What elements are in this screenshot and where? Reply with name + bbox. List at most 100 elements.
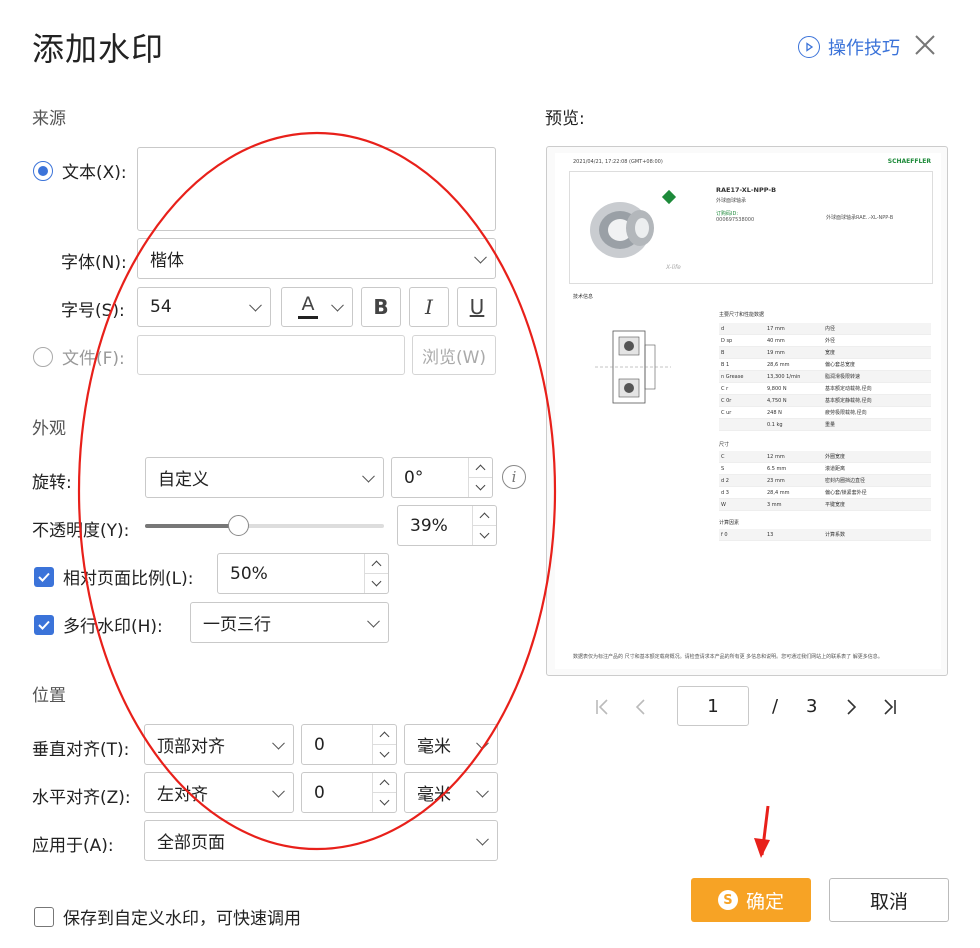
doc-table-cell: 12 mm (767, 453, 785, 460)
doc-table-cell: 28,6 mm (767, 361, 790, 368)
opacity-slider[interactable] (145, 515, 384, 536)
doc-table-cell: 13 (767, 531, 774, 538)
coin-icon: S (717, 890, 738, 910)
rotate-value: 0° (404, 467, 424, 488)
doc-table-cell: C r (721, 385, 729, 392)
chevron-down-icon (476, 784, 489, 798)
doc-table-cell: 23 mm (767, 477, 785, 484)
doc-table-cell: W (721, 501, 726, 508)
multiline-checkbox[interactable]: 多行水印(H): (34, 612, 163, 637)
file-path-input[interactable] (137, 335, 405, 375)
valign-offset-stepper[interactable] (372, 725, 396, 764)
chevron-down-icon (362, 469, 375, 483)
font-select[interactable]: 楷体 (137, 238, 496, 279)
italic-button[interactable]: I (409, 287, 449, 327)
cancel-button[interactable]: 取消 (829, 878, 949, 922)
file-radio[interactable]: 文件(F): (33, 344, 125, 369)
preview-page: 2021/04/21, 17:22:08 (GMT+08:00) SCHAEFF… (555, 153, 941, 669)
doc-table-cell: C 0r (721, 397, 732, 404)
doc-footer: 数据表仅为标注产品的 尺寸和基本额定载荷概况。请检查请求本产品的所有更 多信息和… (573, 654, 883, 660)
last-page-icon[interactable] (882, 698, 898, 716)
page-number-input[interactable]: 1 (677, 686, 749, 726)
doc-table-cell: 基本额定静载荷,径向 (825, 398, 872, 404)
apply-to-value: 全部页面 (157, 833, 225, 853)
size-select[interactable]: 54 (137, 287, 271, 327)
font-label: 字体(N): (61, 253, 127, 273)
browse-button[interactable]: 浏览(W) (412, 335, 496, 375)
doc-order-label: 订购码ID: (716, 211, 739, 217)
doc-table-row: C r 9,800 N 基本额定动载荷,径向 (719, 383, 931, 395)
doc-table-cell: 19 mm (767, 349, 785, 356)
halign-offset-stepper[interactable] (372, 773, 396, 812)
apply-to-select[interactable]: 全部页面 (144, 820, 498, 861)
doc-table-cell: S (721, 465, 725, 472)
doc-table-cell: 9,800 N (767, 385, 787, 392)
valign-select[interactable]: 顶部对齐 (144, 724, 294, 765)
chevron-down-icon (272, 784, 285, 798)
doc-table-cell: 疲劳极限载荷,径向 (825, 410, 867, 416)
doc-tech-info: 技术信息 (573, 294, 594, 300)
relative-scale-value: 50% (230, 563, 268, 584)
next-page-icon[interactable] (844, 698, 858, 716)
doc-table-row: n Grease 13,300 1/min 脂润滑极限转速 (719, 371, 931, 383)
chevron-down-icon (367, 614, 380, 628)
doc-table-row: S 6.5 mm 滚道距离 (719, 463, 931, 475)
doc-table-cell: C (721, 453, 725, 460)
confirm-button[interactable]: S 确定 (691, 878, 811, 922)
save-custom-label: 保存到自定义水印，可快速调用 (63, 909, 301, 929)
doc-table-cell: 248 N (767, 409, 782, 416)
bold-button[interactable]: B (361, 287, 401, 327)
position-section-title: 位置 (32, 686, 66, 706)
chevron-down-icon (476, 832, 489, 846)
preview-label: 预览: (545, 109, 585, 129)
doc-table-cell: 0.1 kg (767, 421, 783, 428)
halign-offset-input[interactable]: 0 (301, 772, 397, 813)
tips-link[interactable]: 操作技巧 (798, 34, 900, 60)
prev-page-icon[interactable] (634, 698, 648, 716)
rotate-stepper[interactable] (468, 458, 492, 497)
valign-offset-input[interactable]: 0 (301, 724, 397, 765)
valign-value: 顶部对齐 (157, 737, 225, 757)
info-icon[interactable]: i (502, 465, 526, 489)
rotate-select[interactable]: 自定义 (145, 457, 384, 498)
relative-scale-checkbox[interactable]: 相对页面比例(L): (34, 564, 193, 589)
first-page-icon[interactable] (594, 698, 610, 716)
doc-table-cell: C ur (721, 409, 732, 416)
relative-scale-stepper[interactable] (364, 554, 388, 593)
halign-select[interactable]: 左对齐 (144, 772, 294, 813)
rotate-angle-input[interactable]: 0° (391, 457, 493, 498)
doc-table-cell: 脂润滑极限转速 (825, 374, 861, 380)
font-color-button[interactable]: A (281, 287, 353, 327)
doc-table-row: f 0 13 计算系数 (719, 529, 931, 541)
watermark-text-input[interactable] (137, 147, 496, 231)
radio-selected-icon (33, 160, 53, 181)
text-radio[interactable]: 文本(X): (33, 158, 127, 183)
valign-offset-value: 0 (314, 734, 325, 755)
chevron-down-icon (331, 298, 344, 312)
chevron-down-icon (476, 736, 489, 750)
halign-offset-value: 0 (314, 782, 325, 803)
slider-handle[interactable] (228, 515, 250, 536)
doc-table-cell: 6.5 mm (767, 465, 787, 472)
multiline-select[interactable]: 一页三行 (190, 602, 389, 643)
opacity-input[interactable]: 39% (397, 505, 497, 546)
doc-table-cell: 偏心套/锁紧套外径 (825, 490, 867, 496)
underline-button[interactable]: U (457, 287, 497, 327)
opacity-stepper[interactable] (472, 506, 496, 545)
save-custom-checkbox[interactable]: 保存到自定义水印，可快速调用 (34, 904, 301, 929)
doc-table-cell: D sp (721, 337, 733, 344)
radio-unselected-icon (33, 346, 53, 367)
doc-table-cell: 内径 (825, 326, 836, 332)
page-separator: / (772, 696, 779, 717)
doc-desc: 外球面球轴承RAE..-XL-NPP-B (826, 215, 894, 221)
relative-scale-input[interactable]: 50% (217, 553, 389, 594)
valign-unit-select[interactable]: 毫米 (404, 724, 498, 765)
halign-label: 水平对齐(Z): (32, 788, 131, 808)
doc-table-cell: 计算系数 (825, 532, 846, 538)
rotate-label: 旋转: (32, 473, 72, 493)
doc-subtitle: 外球面球轴承 (716, 198, 747, 204)
close-icon[interactable] (912, 32, 938, 58)
doc-table-cell: 偏心套总宽度 (825, 362, 856, 368)
confirm-label: 确定 (745, 890, 784, 913)
halign-unit-select[interactable]: 毫米 (404, 772, 498, 813)
